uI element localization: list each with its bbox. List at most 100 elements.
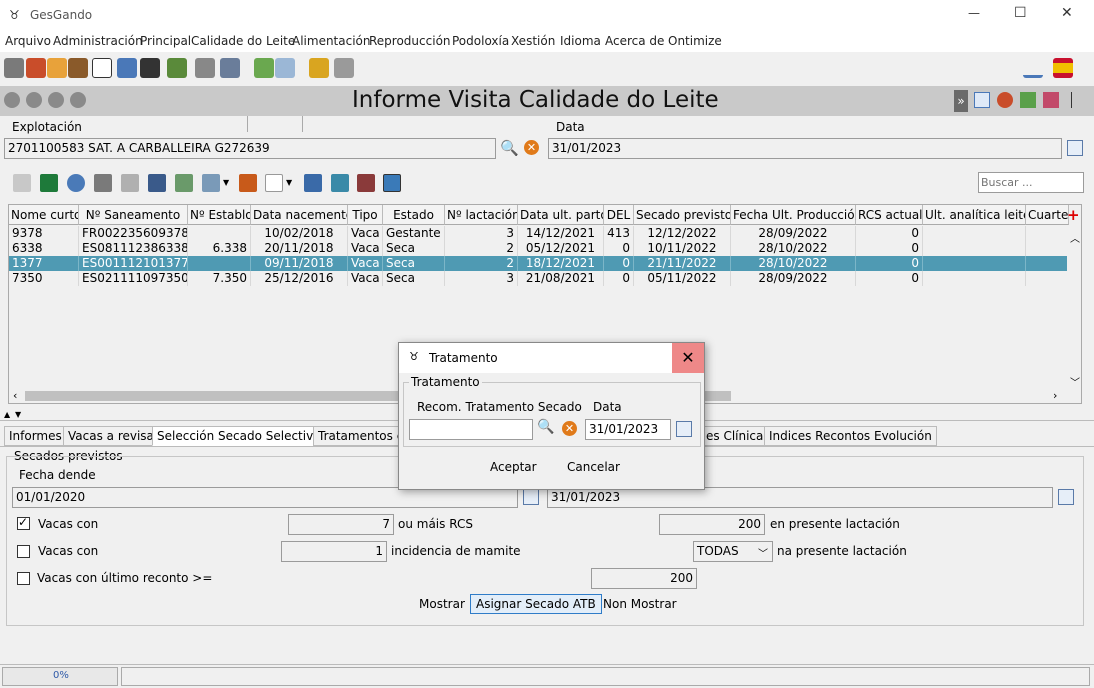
notes-icon[interactable] [167,58,187,78]
lock-icon[interactable] [309,58,329,78]
column-header[interactable]: RCS actual [856,205,923,225]
tab-informes[interactable]: Informes [4,426,67,446]
clear-icon[interactable]: ✕ [524,140,539,155]
menu-alimentacion[interactable]: Alimentación [292,34,371,48]
calculator-icon[interactable] [304,174,322,192]
mail-icon[interactable] [275,58,295,78]
table-row[interactable]: 9378 FR002235609378 10/02/2018 Vaca Gest… [9,226,1069,241]
data-field[interactable]: 31/01/2023 [548,138,1062,159]
image-icon[interactable] [383,174,401,192]
rcs-count-field[interactable]: 7 [288,514,394,535]
page-icon[interactable] [265,174,283,192]
bottle-icon[interactable] [254,58,274,78]
add-column-icon[interactable]: + [1067,206,1080,224]
reconto-value-field[interactable]: 200 [591,568,697,589]
mamite-count-field[interactable]: 1 [281,541,387,562]
tab-tratamentos[interactable]: Tratamentos e [313,426,410,446]
close-window-button[interactable]: ✕ [1061,5,1073,21]
calendar-icon[interactable] [523,489,539,505]
tools-icon[interactable] [195,58,215,78]
column-header[interactable]: Secado previsto [634,205,731,225]
save-icon[interactable] [148,174,166,192]
window-control-icon[interactable] [26,92,42,108]
asignar-secado-atb-button[interactable]: Asignar Secado ATB [470,594,602,614]
excel-icon[interactable] [40,174,58,192]
vertical-scrollbar[interactable]: ︿ ﹀ [1067,226,1081,389]
minimize-button[interactable]: — [968,6,980,20]
calendar-icon[interactable] [1067,140,1083,156]
chart-icon[interactable] [202,174,220,192]
calendar-icon[interactable] [117,58,137,78]
cancelar-button[interactable]: Cancelar [567,460,620,474]
column-header[interactable]: Nº Establo [188,205,251,225]
vacas-rcs-checkbox[interactable]: ✓ [17,515,30,530]
network-icon[interactable] [1023,58,1043,78]
recom-tratamento-field[interactable] [409,419,533,440]
table-row[interactable]: 7350 ES021111097350 7.350 25/12/2016 Vac… [9,271,1069,286]
menu-acerca-de[interactable]: Acerca de [605,34,664,48]
copy-icon[interactable] [13,174,31,192]
menu-xestion[interactable]: Xestión [511,34,555,48]
window-control-icon[interactable] [4,92,20,108]
scroll-up-icon[interactable]: ︿ [1070,230,1080,245]
column-header[interactable]: DEL [604,205,634,225]
column-header[interactable]: Fecha Ult. Producción [731,205,856,225]
cow-icon[interactable] [4,58,24,78]
brush-icon[interactable] [1043,92,1059,108]
column-header[interactable]: Nº Saneamento [79,205,188,225]
scroll-left-icon[interactable]: ‹ [13,389,17,402]
tab-seleccion-secado-selectivo[interactable]: Selección Secado Selectivo [152,426,326,446]
column-header[interactable]: Nº lactación [445,205,518,225]
non-mostrar-button[interactable]: Non Mostrar [603,597,677,611]
dialog-data-field[interactable]: 31/01/2023 [585,419,671,440]
check-icon[interactable] [1020,92,1036,108]
sum-icon[interactable] [331,174,349,192]
column-header[interactable]: Data nacemento [251,205,348,225]
report-icon[interactable] [357,174,375,192]
menu-principal[interactable]: Principal [140,34,191,48]
menu-arquivo[interactable]: Arquivo [5,34,51,48]
menu-idioma[interactable]: Idioma [560,34,601,48]
menu-calidade-do-leite[interactable]: Calidade do Leite [191,34,295,48]
chevron-down-icon[interactable]: ▼ [286,178,292,187]
scroll-down-icon[interactable]: ﹀ [1070,374,1080,389]
table-row-selected[interactable]: 1377 ES001112101377 09/11/2018 Vaca Seca… [9,256,1069,271]
column-header[interactable]: Cuarte [1026,205,1069,225]
vacas-mamite-checkbox[interactable] [17,545,30,558]
spain-flag-icon[interactable] [1053,58,1073,78]
menu-podoloxia[interactable]: Podoloxía [452,34,509,48]
mostrar-button[interactable]: Mostrar [419,597,465,611]
table-row[interactable]: 6338 ES081112386338 6.338 20/11/2018 Vac… [9,241,1069,256]
maximize-button[interactable]: ☐ [1014,5,1027,21]
collapse-up-icon[interactable]: ▲ [4,410,10,419]
refresh-icon[interactable] [175,174,193,192]
columns-icon[interactable] [239,174,257,192]
expand-icon[interactable]: » [954,90,968,112]
logout-icon[interactable] [334,58,354,78]
medical-icon[interactable] [92,58,112,78]
menu-ontimize[interactable]: Ontimize [668,34,722,48]
cattle-icon[interactable] [140,58,160,78]
mamite-select[interactable]: TODAS ﹀ [693,541,773,562]
rcs-value-field[interactable]: 200 [659,514,765,535]
calendar-icon[interactable] [1058,489,1074,505]
fecha-ata-field[interactable]: 31/01/2023 [547,487,1053,508]
menu-reproduccion[interactable]: Reproducción [369,34,451,48]
clear-icon[interactable]: ✕ [562,421,577,436]
column-header[interactable]: Tipo [348,205,383,225]
column-header[interactable]: Nome curto [9,205,79,225]
export-icon[interactable] [121,174,139,192]
menu-administracion[interactable]: Administración [53,34,143,48]
globe-icon[interactable] [67,174,85,192]
aceptar-button[interactable]: Aceptar [490,460,537,474]
fecha-dende-field[interactable]: 01/01/2020 [12,487,518,508]
list-icon[interactable] [220,58,240,78]
tab-vacas-a-revisar[interactable]: Vacas a revisar [63,426,164,446]
vacas-reconto-checkbox[interactable] [17,572,30,585]
search-icon[interactable]: 🔍 [537,419,554,435]
column-header[interactable]: Data ult. parto [518,205,604,225]
column-header[interactable]: Ult. analítica leite [923,205,1026,225]
collapse-down-icon[interactable]: ▼ [15,410,21,419]
window-control-icon[interactable] [48,92,64,108]
chart-icon[interactable] [997,92,1013,108]
